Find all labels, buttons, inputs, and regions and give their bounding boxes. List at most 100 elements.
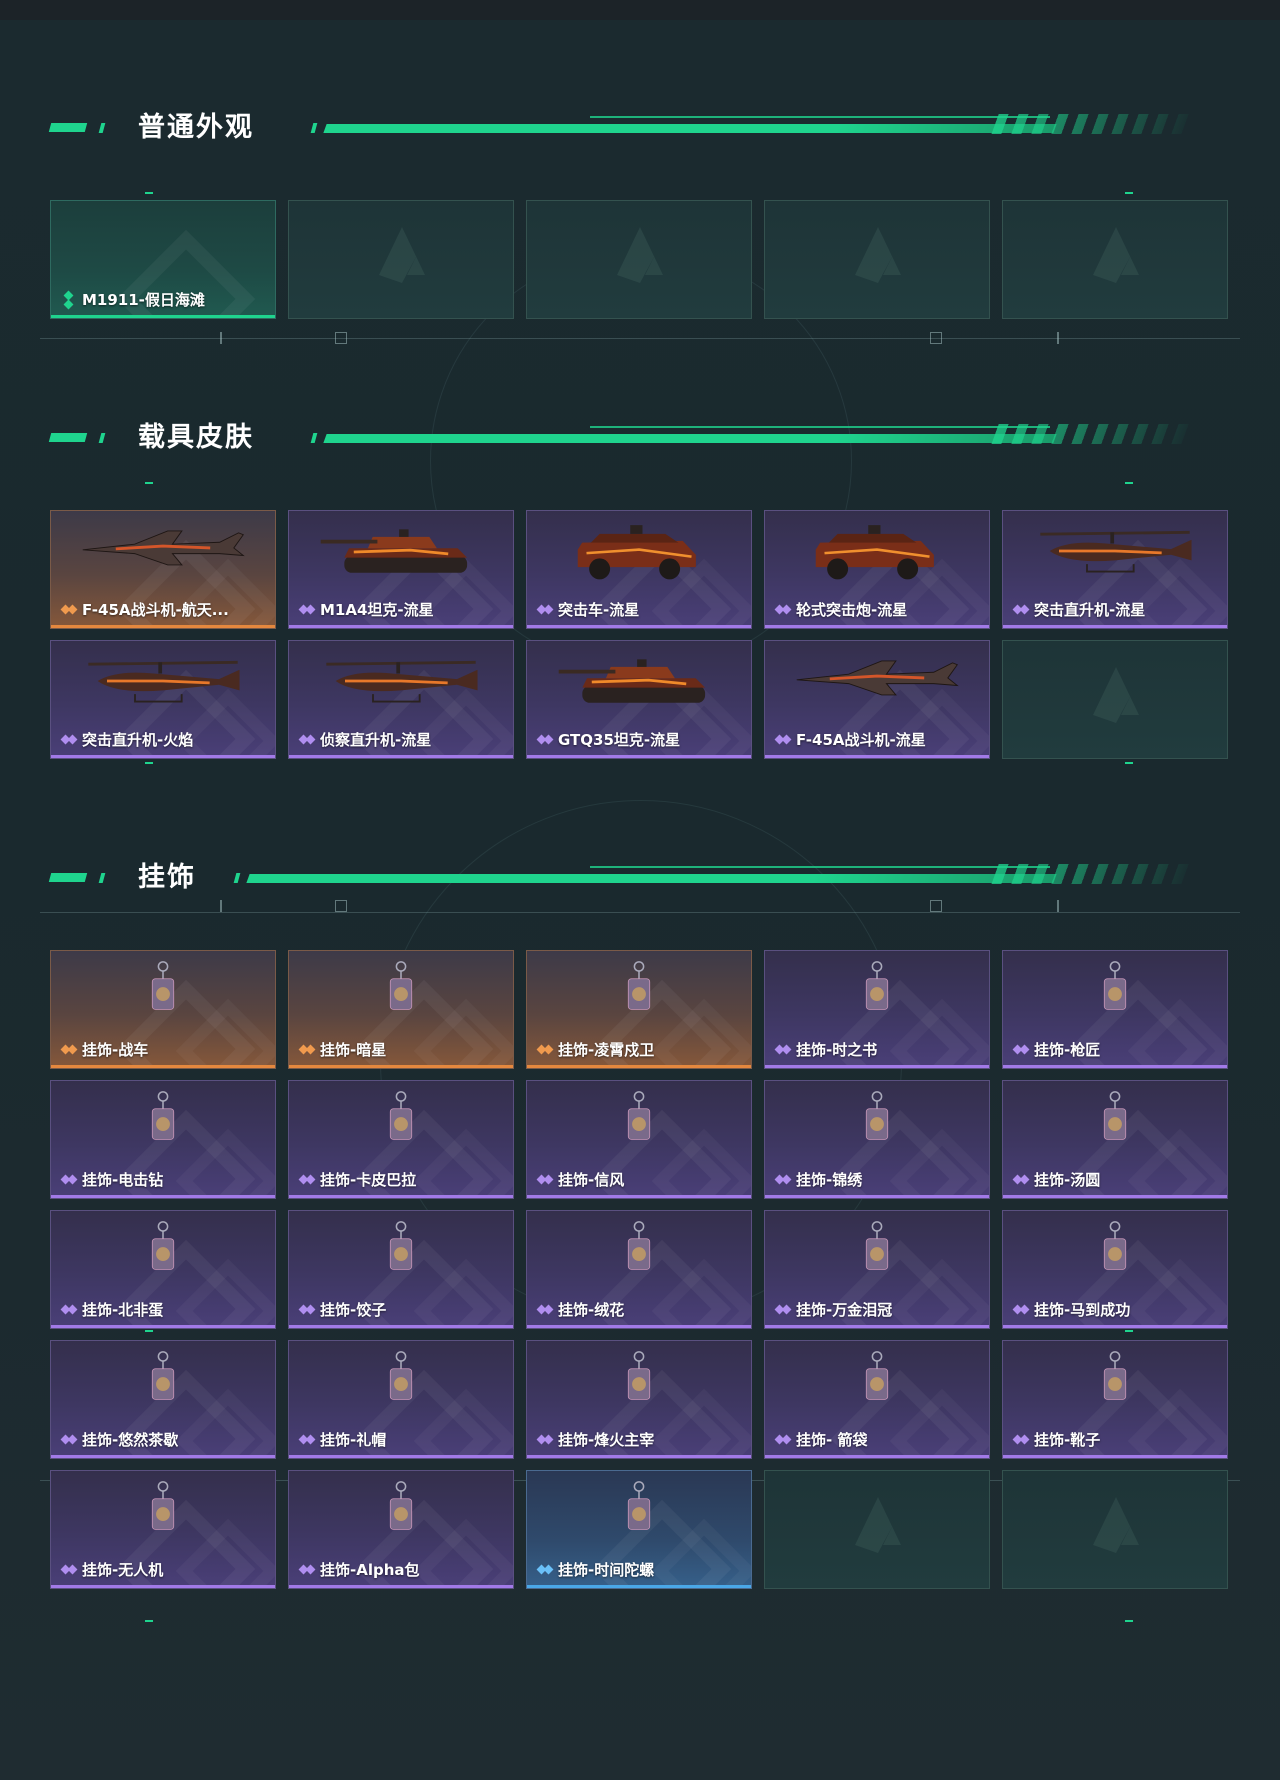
charm-card[interactable]: 挂饰-电击钻 — [50, 1080, 276, 1199]
charm-label: 挂饰-暗星 — [299, 1039, 386, 1060]
rarity-icon — [299, 1172, 315, 1188]
rarity-icon — [299, 1562, 315, 1578]
rarity-strip — [1003, 1325, 1227, 1328]
charm-icon — [616, 1479, 662, 1547]
charm-card[interactable]: 挂饰-时间陀螺 — [526, 1470, 752, 1589]
charm-card[interactable]: 挂饰-绒花 — [526, 1210, 752, 1329]
green-marker — [1125, 1330, 1133, 1332]
vehicle-label: 侦察直升机-流星 — [299, 729, 431, 750]
charm-name: 挂饰-时间陀螺 — [558, 1561, 655, 1579]
header-thin-line — [590, 116, 1050, 118]
rarity-strip — [1003, 1455, 1227, 1458]
rarity-icon — [1013, 1302, 1029, 1318]
charm-card[interactable]: 挂饰-无人机 — [50, 1470, 276, 1589]
vehicle-card[interactable]: M1A4坦克-流星 — [288, 510, 514, 629]
charm-card[interactable]: 挂饰-悠然茶歇 — [50, 1340, 276, 1459]
charm-card[interactable]: 挂饰-锦绣 — [764, 1080, 990, 1199]
frame-tick — [1057, 332, 1059, 344]
charm-card[interactable]: 挂饰-凌霄戍卫 — [526, 950, 752, 1069]
charm-label: 挂饰- 箭袋 — [775, 1429, 867, 1450]
charm-icon — [854, 959, 900, 1027]
jet-icon — [792, 653, 962, 705]
charm-name: 挂饰-悠然茶歇 — [82, 1431, 179, 1449]
charm-card[interactable]: 挂饰-靴子 — [1002, 1340, 1228, 1459]
charm-icon — [854, 1089, 900, 1157]
vehicle-card[interactable]: 轮式突击炮-流星 — [764, 510, 990, 629]
charm-card[interactable]: 挂饰-饺子 — [288, 1210, 514, 1329]
green-marker — [145, 1620, 153, 1622]
charm-card[interactable]: 挂饰-马到成功 — [1002, 1210, 1228, 1329]
charm-card[interactable]: 挂饰-烽火主宰 — [526, 1340, 752, 1459]
charm-card[interactable]: 挂饰-万金泪冠 — [764, 1210, 990, 1329]
section-header-common-skins: 普通外观 — [48, 110, 1200, 150]
vehicle-card[interactable]: GTQ35坦克-流星 — [526, 640, 752, 759]
empty-slot — [288, 200, 514, 319]
vehicle-card[interactable]: 突击车-流星 — [526, 510, 752, 629]
rarity-icon — [537, 1432, 553, 1448]
charm-name: 挂饰-战车 — [82, 1041, 149, 1059]
charm-name: 挂饰-万金泪冠 — [796, 1301, 893, 1319]
charm-card[interactable]: 挂饰-枪匠 — [1002, 950, 1228, 1069]
vehicle-card[interactable]: 突击直升机-流星 — [1002, 510, 1228, 629]
frame-tick — [1057, 900, 1059, 912]
rarity-icon — [61, 292, 77, 308]
charm-card[interactable]: 挂饰-北非蛋 — [50, 1210, 276, 1329]
charm-label: 挂饰-信风 — [537, 1169, 624, 1190]
charm-label: 挂饰-礼帽 — [299, 1429, 386, 1450]
rarity-strip — [765, 1065, 989, 1068]
rarity-icon — [299, 732, 315, 748]
helicopter-icon — [78, 653, 248, 713]
header-accent-line — [323, 434, 1057, 443]
header-accent-bar — [98, 123, 106, 133]
charm-card[interactable]: 挂饰-汤圆 — [1002, 1080, 1228, 1199]
rarity-strip — [289, 1065, 513, 1068]
charm-card[interactable]: 挂饰-战车 — [50, 950, 276, 1069]
charm-card[interactable]: 挂饰-卡皮巴拉 — [288, 1080, 514, 1199]
header-accent-bar — [310, 123, 318, 133]
rarity-icon — [1013, 1042, 1029, 1058]
vehicle-card[interactable]: 突击直升机-火焰 — [50, 640, 276, 759]
empty-slot-logo-icon — [617, 227, 663, 283]
header-thin-line — [590, 426, 1050, 428]
charm-card[interactable]: 挂饰-礼帽 — [288, 1340, 514, 1459]
charm-name: 挂饰-卡皮巴拉 — [320, 1171, 417, 1189]
rarity-strip — [527, 1195, 751, 1198]
charm-card[interactable]: 挂饰-暗星 — [288, 950, 514, 1069]
header-accent-bar — [233, 873, 241, 883]
rarity-strip — [51, 315, 275, 318]
charm-icon — [378, 1089, 424, 1157]
charm-label: 挂饰-时间陀螺 — [537, 1559, 654, 1580]
skin-card[interactable]: M1911-假日海滩 — [50, 200, 276, 319]
charm-card[interactable]: 挂饰-Alpha包 — [288, 1470, 514, 1589]
charm-card[interactable]: 挂饰- 箭袋 — [764, 1340, 990, 1459]
charm-card[interactable]: 挂饰-时之书 — [764, 950, 990, 1069]
green-marker — [145, 762, 153, 764]
charm-name: 挂饰-汤圆 — [1034, 1171, 1101, 1189]
header-accent-bar — [98, 433, 106, 443]
section-title: 载具皮肤 — [138, 422, 254, 453]
charm-icon — [616, 1349, 662, 1417]
charm-name: 挂饰-电击钻 — [82, 1171, 164, 1189]
charm-icon — [616, 1089, 662, 1157]
vehicle-card[interactable]: F-45A战斗机-航天... — [50, 510, 276, 629]
charm-icon — [140, 1479, 186, 1547]
empty-slot — [1002, 200, 1228, 319]
charm-name: 挂饰-北非蛋 — [82, 1301, 164, 1319]
charm-name: 挂饰-暗星 — [320, 1041, 387, 1059]
charm-icon — [1092, 1089, 1138, 1157]
rarity-strip — [527, 1325, 751, 1328]
rarity-strip — [1003, 1065, 1227, 1068]
charm-icon — [378, 1219, 424, 1287]
charm-card[interactable]: 挂饰-信风 — [526, 1080, 752, 1199]
vehicle-card[interactable]: 侦察直升机-流星 — [288, 640, 514, 759]
rarity-icon — [299, 1042, 315, 1058]
rarity-icon — [537, 732, 553, 748]
rarity-strip — [765, 1195, 989, 1198]
frame-tick — [220, 900, 222, 912]
charm-name: 挂饰-饺子 — [320, 1301, 387, 1319]
rarity-icon — [775, 1432, 791, 1448]
charm-label: 挂饰-饺子 — [299, 1299, 386, 1320]
vehicle-name: 突击车-流星 — [558, 601, 640, 619]
vehicle-card[interactable]: F-45A战斗机-流星 — [764, 640, 990, 759]
header-accent-line — [323, 124, 1057, 133]
